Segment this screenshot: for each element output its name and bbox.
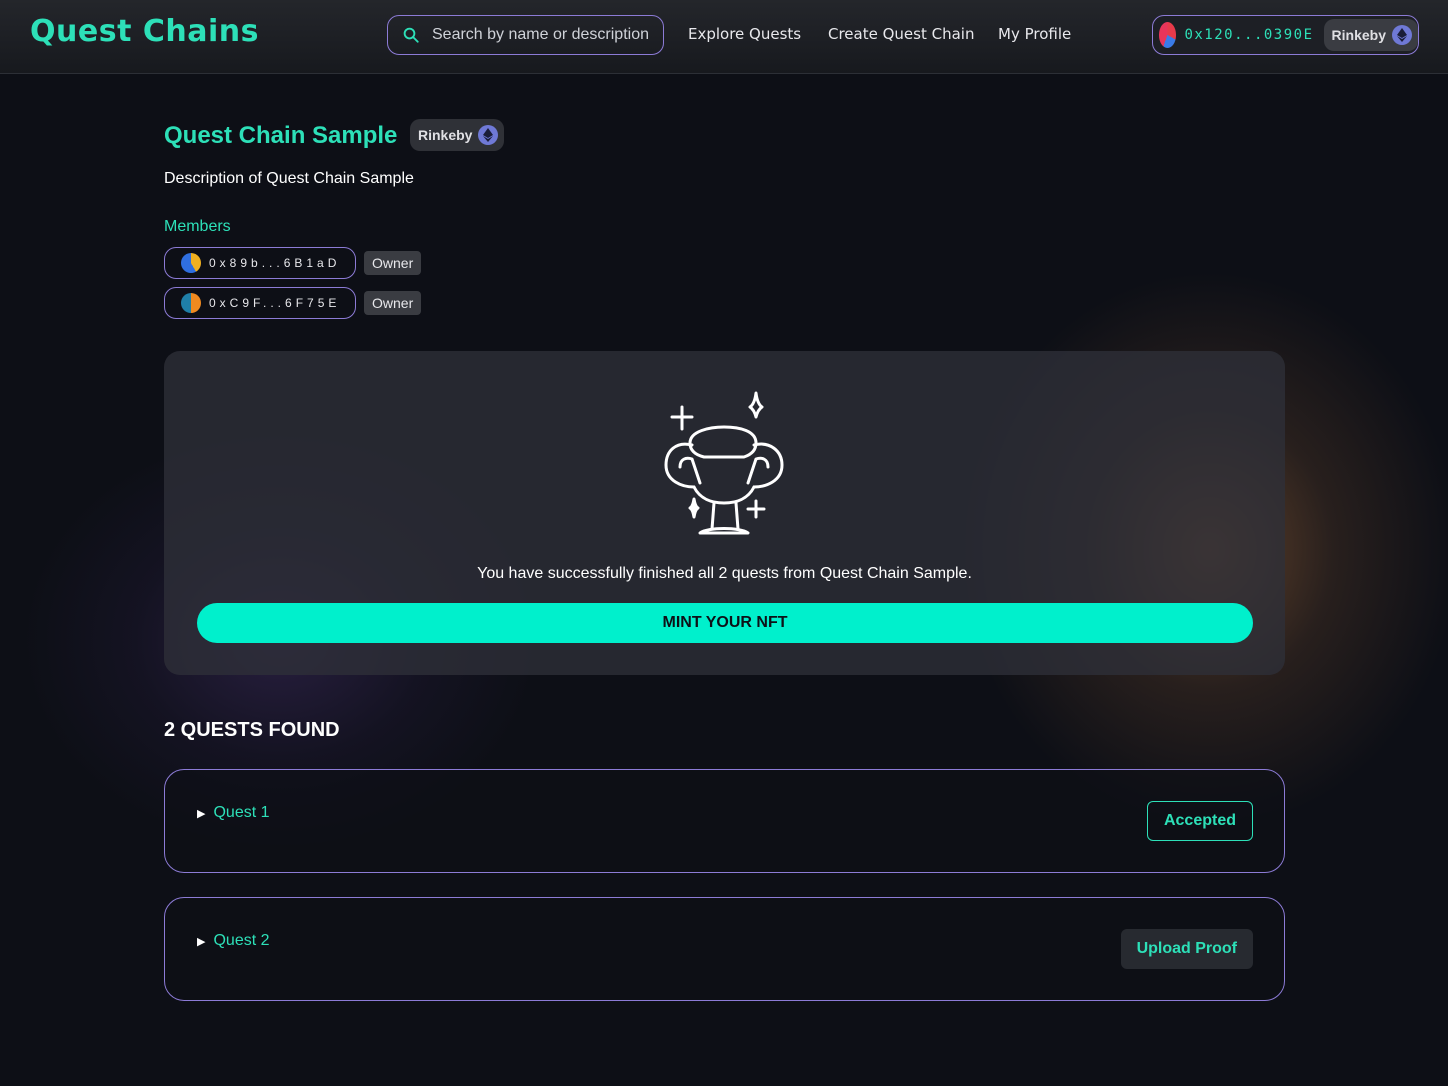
quest-name: Quest 1: [213, 804, 270, 821]
sparkle-icon: [688, 497, 700, 519]
member-avatar: [181, 293, 201, 313]
search-input[interactable]: [432, 26, 652, 44]
completion-message: You have successfully finished all 2 que…: [477, 565, 972, 582]
member-role-badge: Owner: [364, 251, 422, 275]
wallet-button[interactable]: 0x120...0390E Rinkeby: [1152, 15, 1419, 55]
quest-card: ▶ Quest 1 Accepted: [164, 769, 1285, 873]
app-logo[interactable]: Quest Chains: [30, 14, 259, 49]
quest-expand-toggle[interactable]: ▶ Quest 2: [197, 932, 270, 950]
quest-card: ▶ Quest 2 Upload Proof: [164, 897, 1285, 1001]
wallet-network-label: Rinkeby: [1331, 27, 1386, 43]
trophy-icon: [664, 391, 784, 535]
quest-name: Quest 2: [213, 932, 270, 949]
nav-explore-quests[interactable]: Explore Quests: [688, 25, 801, 43]
triangle-right-icon: ▶: [197, 935, 206, 948]
sparkle-icon: [670, 405, 694, 431]
nav-my-profile[interactable]: My Profile: [998, 25, 1071, 43]
quests-count-heading: 2 QUESTS FOUND: [164, 719, 340, 741]
chain-network-label: Rinkeby: [418, 127, 473, 143]
member-avatar: [181, 253, 201, 273]
wallet-network-pill[interactable]: Rinkeby: [1323, 19, 1418, 51]
wallet-address: 0x120...0390E: [1184, 27, 1314, 43]
triangle-right-icon: ▶: [197, 807, 206, 820]
member-address-pill[interactable]: 0xC9F...6F75E: [164, 287, 356, 319]
member-role-badge: Owner: [364, 291, 422, 315]
quest-expand-toggle[interactable]: ▶ Quest 1: [197, 804, 270, 822]
members-label: Members: [164, 218, 231, 235]
upload-proof-button[interactable]: Upload Proof: [1120, 929, 1253, 969]
nav-create-quest-chain[interactable]: Create Quest Chain: [828, 25, 974, 43]
ethereum-icon: [478, 125, 499, 145]
quest-status-accepted: Accepted: [1146, 801, 1253, 841]
chain-title: Quest Chain Sample: [164, 122, 398, 149]
wallet-avatar: [1159, 22, 1177, 48]
ethereum-icon: [1392, 25, 1412, 45]
member-address-pill[interactable]: 0x89b...6B1aD: [164, 247, 356, 279]
top-header: Quest Chains Explore Quests Create Quest…: [0, 0, 1448, 74]
search-box[interactable]: [387, 15, 664, 55]
sparkle-icon: [748, 391, 764, 419]
completion-card: You have successfully finished all 2 que…: [164, 351, 1285, 675]
search-icon: [403, 27, 419, 43]
chain-description: Description of Quest Chain Sample: [164, 170, 414, 187]
member-address: 0x89b...6B1aD: [209, 256, 341, 270]
chain-network-badge: Rinkeby: [410, 119, 505, 151]
mint-nft-button[interactable]: MINT YOUR NFT: [197, 603, 1253, 643]
member-address: 0xC9F...6F75E: [209, 296, 341, 310]
sparkle-icon: [746, 499, 766, 519]
